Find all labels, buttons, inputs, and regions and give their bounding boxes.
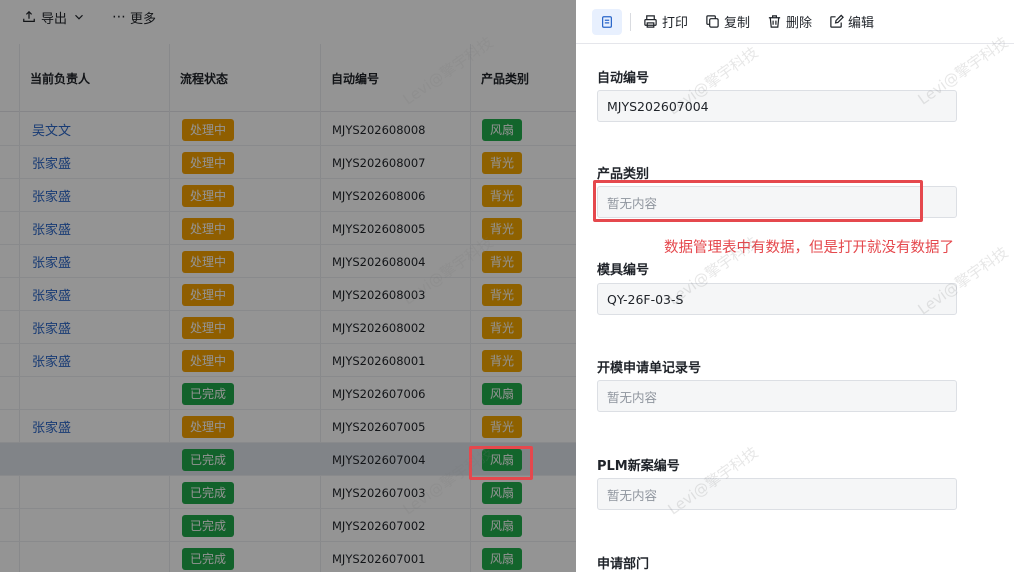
- document-icon: [602, 15, 612, 28]
- field-label-department: 申请部门: [597, 557, 650, 572]
- field-label-auto-code: 自动编号: [597, 71, 650, 86]
- field-label-plm-case-code: PLM新案编号: [597, 459, 680, 474]
- data-table-panel: 导出 ⋯ 更多 当前负责人 流程状态 自动编号 产品类别 吴文文 处理中 MJYS2…: [0, 0, 576, 572]
- modal-overlay[interactable]: [0, 0, 576, 572]
- record-detail-drawer: 打印 复制 删除 编辑 自动编号 MJYS202607004 产品类别 暂无内容…: [576, 0, 1014, 572]
- annotation-note: 数据管理表中有数据，但是打开就没有数据了: [664, 240, 954, 256]
- edit-icon: [830, 14, 844, 28]
- trash-icon: [768, 15, 781, 28]
- annotation-highlight-box: [469, 446, 533, 480]
- print-label: 打印: [662, 16, 689, 31]
- copy-icon: [706, 15, 719, 28]
- delete-label: 删除: [786, 16, 813, 31]
- drawer-toolbar: 打印 复制 删除 编辑: [576, 0, 1014, 44]
- toolbar-divider: [630, 12, 631, 31]
- edit-label: 编辑: [848, 16, 875, 31]
- field-mold-request-record[interactable]: 暂无内容: [597, 380, 957, 412]
- field-mold-code[interactable]: QY-26F-03-S: [597, 283, 957, 315]
- delete-button[interactable]: 删除: [767, 12, 812, 31]
- printer-icon: [644, 15, 657, 28]
- copy-button[interactable]: 复制: [705, 12, 750, 31]
- copy-label: 复制: [724, 16, 751, 31]
- print-button[interactable]: 打印: [643, 12, 688, 31]
- field-auto-code[interactable]: MJYS202607004: [597, 90, 957, 122]
- edit-button[interactable]: 编辑: [829, 12, 874, 31]
- field-label-mold-code: 模具编号: [597, 263, 650, 278]
- detail-view-button[interactable]: [592, 8, 622, 35]
- annotation-highlight-box: [593, 180, 923, 222]
- field-label-mold-request-record: 开模申请单记录号: [597, 361, 702, 376]
- field-plm-case-code[interactable]: 暂无内容: [597, 478, 957, 510]
